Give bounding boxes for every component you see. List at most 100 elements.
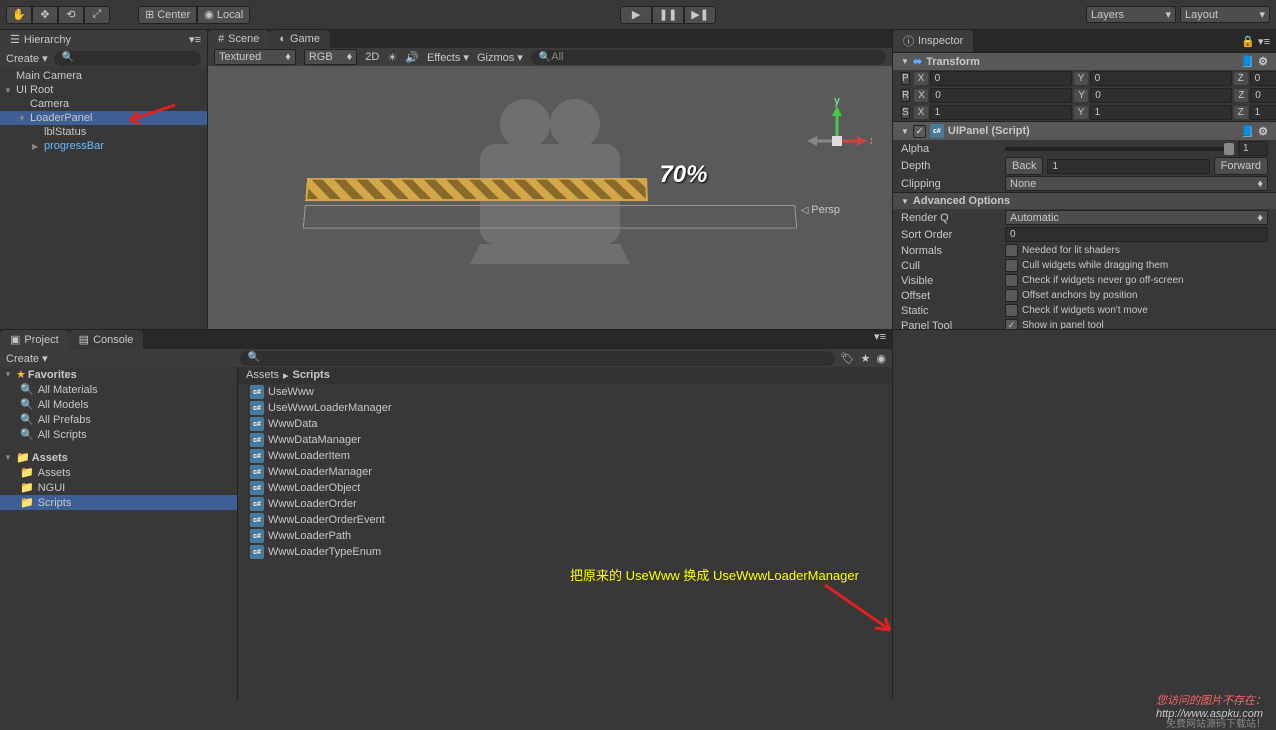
orientation-gizmo[interactable]: y x [802, 96, 872, 189]
scl-z-field[interactable] [1250, 105, 1276, 120]
file-item[interactable]: c#WwwLoaderOrder [238, 496, 892, 512]
filter-icon[interactable]: 🏷 [841, 352, 855, 365]
rotate-icon: ⟲ [65, 9, 77, 21]
transform-header[interactable]: ▼⬌Transform📘⚙ [893, 52, 1276, 70]
layout-dropdown[interactable]: Layout▾ [1180, 6, 1270, 23]
alpha-field[interactable] [1238, 141, 1268, 156]
scene-viewport[interactable]: 70% y x ◁ Persp [208, 66, 892, 329]
script-icon: c# [930, 124, 944, 138]
gear-icon[interactable]: ⚙ [1258, 125, 1268, 138]
filter-icon[interactable]: ★ [861, 352, 871, 365]
breadcrumb-item[interactable]: Assets [246, 369, 279, 382]
depth-field[interactable] [1047, 159, 1209, 174]
panel-menu-icon[interactable]: ▾≡ [868, 330, 892, 349]
file-item[interactable]: c#UseWww [238, 384, 892, 400]
pos-x-field[interactable] [930, 71, 1072, 86]
hierarchy-tab[interactable]: ☰Hierarchy [0, 30, 81, 49]
rot-y-field[interactable] [1090, 88, 1232, 103]
project-search[interactable]: 🔍 [240, 351, 835, 366]
audio-icon[interactable]: 🔊 [405, 51, 419, 64]
file-item[interactable]: c#WwwLoaderTypeEnum [238, 544, 892, 560]
visible-checkbox[interactable] [1005, 274, 1018, 287]
transform-tools: ✋ ✥ ⟲ ⤢ [6, 6, 110, 24]
offset-checkbox[interactable] [1005, 289, 1018, 302]
favorite-item[interactable]: 🔍All Models [0, 397, 237, 412]
pos-z-field[interactable] [1250, 71, 1276, 86]
file-item[interactable]: c#WwwLoaderOrderEvent [238, 512, 892, 528]
annotation-text: 把原来的 UseWww 换成 UseWwwLoaderManager [570, 565, 859, 584]
pos-y-field[interactable] [1090, 71, 1232, 86]
scene-tab[interactable]: #Scene [208, 30, 269, 48]
layers-dropdown[interactable]: Layers▾ [1086, 6, 1176, 23]
favorite-item[interactable]: 🔍All Materials [0, 382, 237, 397]
2d-toggle[interactable]: 2D [365, 51, 379, 63]
normals-checkbox[interactable] [1005, 244, 1018, 257]
rotate-tool[interactable]: ⟲ [58, 6, 84, 24]
file-item[interactable]: c#WwwLoaderItem [238, 448, 892, 464]
project-tab[interactable]: ▣Project [0, 330, 69, 349]
scene-search[interactable]: 🔍All [531, 50, 886, 65]
scl-x-field[interactable] [930, 105, 1072, 120]
favorites-header[interactable]: ▼★Favorites [0, 367, 237, 382]
help-icon[interactable]: 📘 [1240, 125, 1254, 138]
panel-menu-icon[interactable]: ▾≡ [183, 33, 207, 46]
uipanel-enable-checkbox[interactable]: ✓ [913, 125, 926, 138]
file-item[interactable]: c#WwwDataManager [238, 432, 892, 448]
folder-item[interactable]: 📁Scripts [0, 495, 237, 510]
project-create-dropdown[interactable]: Create ▾ [6, 352, 48, 365]
hierarchy-item[interactable]: Main Camera [0, 69, 207, 83]
console-tab[interactable]: ▤Console [69, 330, 144, 349]
advanced-header[interactable]: ▼Advanced Options [893, 192, 1276, 209]
scene-tab[interactable]: ◐Game [269, 30, 330, 48]
depth-forward-button[interactable]: Forward [1214, 157, 1268, 175]
local-toggle[interactable]: ◉Local [197, 6, 250, 24]
clipping-dropdown[interactable]: None♦ [1005, 176, 1268, 191]
rot-z-field[interactable] [1250, 88, 1276, 103]
move-tool[interactable]: ✥ [32, 6, 58, 24]
breadcrumb-item[interactable]: Scripts [293, 369, 330, 382]
favorite-item[interactable]: 🔍All Scripts [0, 427, 237, 442]
light-icon[interactable]: ☀ [387, 51, 397, 64]
favorite-item[interactable]: 🔍All Prefabs [0, 412, 237, 427]
pause-button[interactable]: ❚❚ [652, 6, 684, 24]
center-toggle[interactable]: ⊞Center [138, 6, 197, 24]
step-button[interactable]: ▶❚ [684, 6, 716, 24]
hierarchy-search[interactable]: 🔍 [54, 51, 201, 66]
alpha-slider[interactable] [1005, 147, 1234, 151]
rgb-dropdown[interactable]: RGB ♦ [304, 49, 357, 65]
file-item[interactable]: c#WwwLoaderPath [238, 528, 892, 544]
local-icon: ◉ [204, 8, 214, 21]
file-item[interactable]: c#WwwLoaderObject [238, 480, 892, 496]
filter-icon[interactable]: ◉ [876, 352, 886, 365]
cull-checkbox[interactable] [1005, 259, 1018, 272]
gear-icon[interactable]: ⚙ [1258, 55, 1268, 68]
rot-x-field[interactable] [930, 88, 1072, 103]
static-checkbox[interactable] [1005, 304, 1018, 317]
lock-icon[interactable]: 🔒 ▾≡ [1235, 35, 1276, 48]
scl-y-field[interactable] [1090, 105, 1232, 120]
file-item[interactable]: c#WwwData [238, 416, 892, 432]
file-item[interactable]: c#WwwLoaderManager [238, 464, 892, 480]
play-button[interactable]: ▶ [620, 6, 652, 24]
gizmos-dropdown[interactable]: Gizmos ▾ [477, 51, 523, 64]
effects-dropdown[interactable]: Effects ▾ [427, 51, 469, 64]
hand-tool[interactable]: ✋ [6, 6, 32, 24]
help-icon[interactable]: 📘 [1240, 55, 1254, 68]
sort-field[interactable] [1005, 227, 1268, 242]
paneltool-checkbox[interactable]: ✓ [1005, 319, 1018, 329]
scale-tool[interactable]: ⤢ [84, 6, 110, 24]
annotation-arrow-1 [120, 100, 180, 133]
assets-header[interactable]: ▼📁Assets [0, 450, 237, 465]
folder-item[interactable]: 📁Assets [0, 465, 237, 480]
depth-back-button[interactable]: Back [1005, 157, 1043, 175]
renderq-dropdown[interactable]: Automatic♦ [1005, 210, 1268, 225]
create-dropdown[interactable]: Create ▾ [6, 52, 48, 65]
hierarchy-item[interactable]: ▼UI Root [0, 83, 207, 97]
render-mode-dropdown[interactable]: Textured ♦ [214, 49, 296, 65]
uipanel-header[interactable]: ▼✓c#UIPanel (Script)📘⚙ [893, 121, 1276, 140]
file-item[interactable]: c#UseWwwLoaderManager [238, 400, 892, 416]
annotation-arrow-2 [820, 580, 900, 643]
inspector-tab[interactable]: ⓘInspector [893, 30, 973, 52]
hierarchy-item[interactable]: ▶progressBar [0, 139, 207, 153]
folder-item[interactable]: 📁NGUI [0, 480, 237, 495]
